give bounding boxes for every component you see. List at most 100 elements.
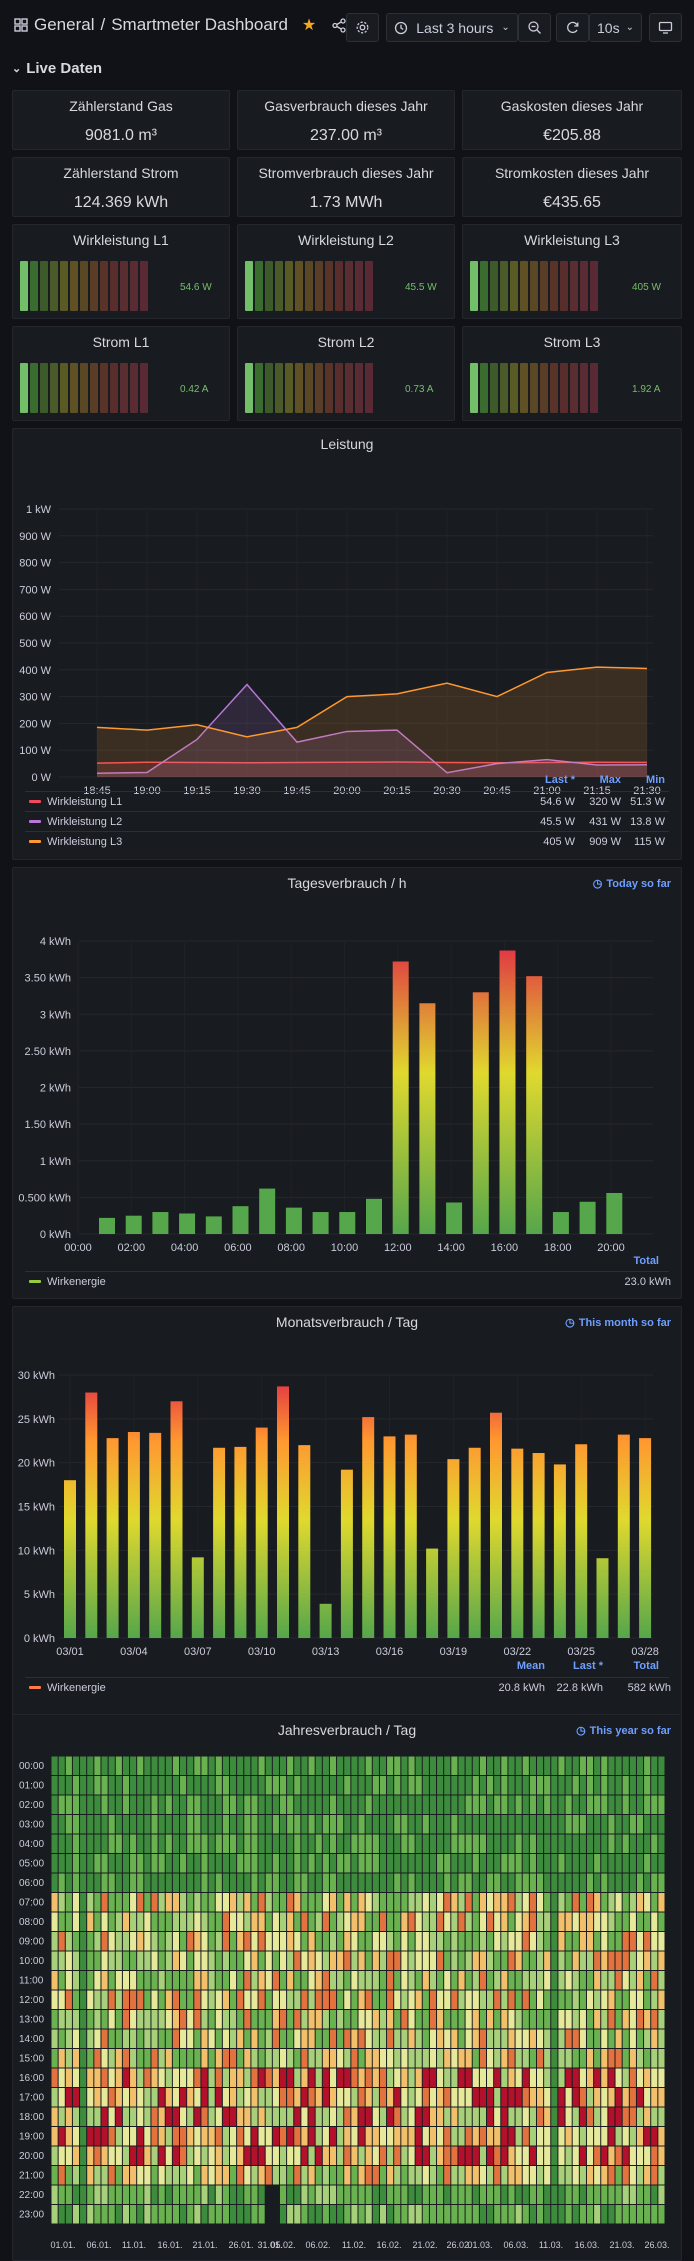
stat-panel-gas-year[interactable]: Gasverbrauch dieses Jahr 237.00 m³ <box>237 90 455 150</box>
heatmap-cell <box>144 1834 151 1853</box>
zoom-out-button[interactable] <box>518 13 551 42</box>
panel-leistung[interactable]: Leistung 0 W 100 W 200 W 300 W 400 W 500 W 600… <box>12 428 682 860</box>
heatmap-cell <box>279 2068 287 2087</box>
heatmap-cell <box>58 1990 65 2009</box>
heatmap-cell <box>429 1815 437 1834</box>
legend-header-last[interactable]: Last * <box>553 1660 603 1672</box>
heatmap-cell <box>229 1834 237 1853</box>
heatmap-cell <box>258 1873 265 1892</box>
heatmap-cell <box>258 1795 265 1814</box>
heatmap-cell <box>608 1873 615 1892</box>
legend-header-last[interactable]: Last * <box>525 774 575 786</box>
heatmap-cell <box>301 1990 308 2009</box>
heatmap-cell <box>201 2185 208 2204</box>
heatmap-cell <box>522 1912 529 1931</box>
heatmap-cell <box>344 1912 351 1931</box>
heatmap-cell <box>387 1795 394 1814</box>
panel-tagesverbrauch[interactable]: Tagesverbrauch / h ◷ Today so far 0 kWh 0.… <box>12 867 682 1299</box>
legend-header-total[interactable]: Total <box>613 1255 659 1267</box>
heatmap-cell <box>651 1990 658 2009</box>
heatmap-cell <box>201 2127 208 2146</box>
heatmap-cell <box>401 1971 408 1990</box>
heatmap-cell <box>536 2088 544 2107</box>
heatmap-cell <box>137 2107 144 2126</box>
heatmap-cell <box>251 2068 258 2087</box>
gauge-panel-strom-l2[interactable]: Strom L2 0.73 A <box>237 326 455 421</box>
time-range-picker[interactable]: Last 3 hours ⌄ <box>386 13 518 42</box>
heatmap-cell <box>394 1776 401 1795</box>
heatmap-cell <box>187 2029 194 2048</box>
heatmap-cell <box>344 2127 351 2146</box>
heatmap-cell <box>87 2088 94 2107</box>
tagesverbrauch-chart[interactable]: 0 kWh0.500 kWh1 kWh1.50 kWh2 kWh2.50 kWh… <box>13 868 681 1258</box>
legend-swatch <box>29 1280 41 1283</box>
refresh-interval-picker[interactable]: 10s ⌄ <box>589 13 642 42</box>
heatmap-cell <box>658 2146 665 2165</box>
share-icon[interactable] <box>332 17 347 33</box>
heatmap-cell <box>636 2107 644 2126</box>
heatmap-cell <box>229 1854 237 1873</box>
heatmap-cell <box>615 2205 622 2224</box>
heatmap-cell <box>586 2166 594 2185</box>
stat-panel-gas-cost[interactable]: Gaskosten dieses Jahr €205.88 <box>462 90 682 150</box>
heatmap-cell <box>522 1951 529 1970</box>
heatmap-cell <box>451 2127 458 2146</box>
tv-mode-button[interactable] <box>649 13 682 42</box>
legend-row[interactable]: Wirkenergie 23.0 kWh <box>25 1271 671 1291</box>
gauge-panel-strom-l3[interactable]: Strom L3 1.92 A <box>462 326 682 421</box>
heatmap-cell <box>315 1990 322 2009</box>
jahresverbrauch-heatmap[interactable]: 00:0001:0002:0003:0004:0005:0006:0007:00… <box>13 1715 681 2260</box>
heatmap-cell <box>130 1893 137 1912</box>
heatmap-cell <box>586 1815 594 1834</box>
legend-row[interactable]: Wirkenergie 20.8 kWh 22.8 kWh 582 kWh <box>25 1677 671 1697</box>
gauge-panel-l2[interactable]: Wirkleistung L2 45.5 W <box>237 224 455 319</box>
gauge-cell <box>315 363 323 413</box>
stat-panel-power-meter[interactable]: Zählerstand Strom 124.369 kWh <box>12 157 230 217</box>
legend-header-total[interactable]: Total <box>611 1660 659 1672</box>
stat-panel-gas-meter[interactable]: Zählerstand Gas 9081.0 m³ <box>12 90 230 150</box>
heatmap-cell <box>337 2088 344 2107</box>
heatmap-cell <box>87 1932 94 1951</box>
heatmap-cell <box>522 2029 529 2048</box>
stat-panel-power-year[interactable]: Stromverbrauch dieses Jahr 1.73 MWh <box>237 157 455 217</box>
legend-header-mean[interactable]: Mean <box>495 1660 545 1672</box>
refresh-button[interactable] <box>556 13 589 42</box>
row-toggle-live-daten[interactable]: ⌄ Live Daten <box>12 60 102 77</box>
heatmap-cell <box>94 1932 101 1951</box>
heatmap-cell <box>180 1756 187 1775</box>
legend-row[interactable]: Wirkleistung L2 45.5 W 431 W 13.8 W <box>25 811 669 831</box>
leistung-chart[interactable]: 0 W100 W200 W300 W400 W500 W600 W700 W80… <box>13 457 681 797</box>
dashboards-grid-icon[interactable] <box>14 18 28 32</box>
heatmap-cell <box>479 1932 487 1951</box>
settings-button[interactable] <box>346 13 379 42</box>
heatmap-cell <box>265 2088 272 2107</box>
gauge-panel-strom-l1[interactable]: Strom L1 0.42 A <box>12 326 230 421</box>
dashboard-title[interactable]: Smartmeter Dashboard <box>111 15 288 35</box>
legend-header-max[interactable]: Max <box>581 774 621 786</box>
heatmap-cell <box>415 2029 422 2048</box>
heatmap-cell <box>294 2088 301 2107</box>
heatmap-cell <box>337 2185 344 2204</box>
date-tick-label: 21.02. <box>412 2240 437 2250</box>
heatmap-cell <box>158 2010 165 2029</box>
heatmap-cell <box>130 2166 137 2185</box>
heatmap-cell <box>472 2127 479 2146</box>
panel-jahresverbrauch[interactable]: Jahresverbrauch / Tag ◷ This year so far … <box>12 1714 682 2261</box>
legend-row[interactable]: Wirkleistung L3 405 W 909 W 115 W <box>25 831 669 851</box>
heatmap-cell <box>594 2029 601 2048</box>
gauge-panel-l1[interactable]: Wirkleistung L1 54.6 W <box>12 224 230 319</box>
breadcrumb-folder[interactable]: General <box>34 15 94 35</box>
heatmap-cell <box>279 1990 287 2009</box>
heatmap-cell <box>201 2088 208 2107</box>
monatsverbrauch-chart[interactable]: 0 kWh5 kWh10 kWh15 kWh20 kWh25 kWh30 kWh… <box>13 1307 681 1672</box>
gauge-panel-l3[interactable]: Wirkleistung L3 405 W <box>462 224 682 319</box>
panel-monatsverbrauch[interactable]: Monatsverbrauch / Tag ◷ This month so far… <box>12 1306 682 1716</box>
heatmap-cell <box>315 1776 322 1795</box>
heatmap-cell <box>551 1795 558 1814</box>
stat-panel-power-cost[interactable]: Stromkosten dieses Jahr €435.65 <box>462 157 682 217</box>
gauge-cell <box>540 363 548 413</box>
legend-row[interactable]: Wirkleistung L1 54.6 W 320 W 51.3 W <box>25 791 669 811</box>
heatmap-cell <box>558 1854 565 1873</box>
legend-header-min[interactable]: Min <box>625 774 665 786</box>
star-icon[interactable]: ★ <box>302 15 316 35</box>
